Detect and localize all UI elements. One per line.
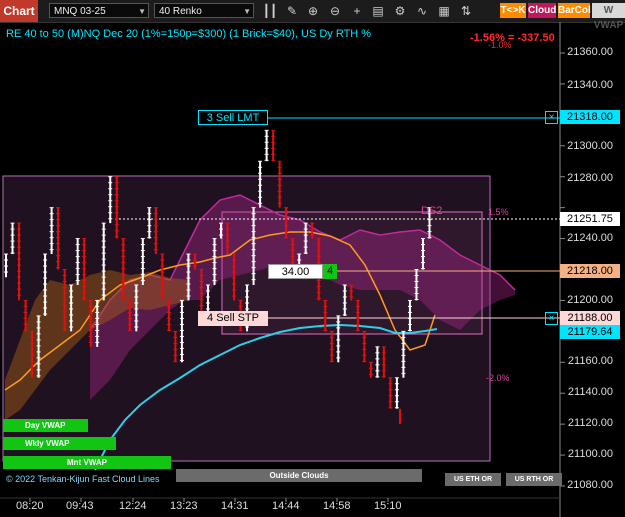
indicators-icon[interactable]: ∿ — [414, 3, 430, 19]
y-tick-label: 21240.00 — [567, 232, 613, 244]
symbol-value: MNQ 03-25 — [54, 6, 106, 17]
price-tag-position: 21218.00 — [560, 264, 620, 278]
bar-type-select[interactable]: 40 Renko ▼ — [154, 3, 254, 18]
x-tick-label: 14:31 — [221, 500, 249, 512]
chevron-down-icon: ▼ — [138, 7, 146, 16]
chart-title: RE 40 to 50 (M)NQ Dec 20 (1%=150p=$300) … — [6, 28, 372, 40]
sell-stop-label: Sell STP — [216, 312, 259, 324]
x-tick-label: 09:43 — [66, 500, 94, 512]
sell-limit-order[interactable]: 3 Sell LMT — [198, 110, 268, 125]
draw-icon[interactable]: ✎ — [284, 3, 300, 19]
y-tick-label: 21140.00 — [567, 386, 613, 398]
ds-label: DS2 — [421, 205, 443, 217]
pct-top-label: 1.5% — [488, 207, 509, 217]
properties-icon[interactable]: ▤ — [370, 3, 386, 19]
position-avg-price[interactable]: 34.00 — [268, 264, 323, 279]
x-tick-label: 12:24 — [119, 500, 147, 512]
sell-limit-qty: 3 — [206, 112, 213, 124]
x-tick-label: 08:20 — [16, 500, 44, 512]
price-tag-vwap: 21179.64 — [560, 325, 620, 339]
y-tick-label: 21120.00 — [567, 417, 613, 429]
x-tick-label: 15:10 — [374, 500, 402, 512]
pnl-pct-marker: -1.0% — [488, 40, 512, 50]
pnl-readout: -1.56% = -337.50 — [470, 32, 555, 44]
wkly-vwap-button[interactable]: Wkly VWAP — [3, 437, 116, 450]
barcol-toggle-button[interactable]: BarCol — [558, 3, 591, 18]
chevron-down-icon: ▼ — [243, 7, 251, 16]
y-tick-label: 21200.00 — [567, 294, 613, 306]
x-tick-label: 14:58 — [323, 500, 351, 512]
pct-bottom-label: -2.0% — [486, 373, 510, 383]
y-tick-label: 21080.00 — [567, 479, 613, 491]
y-tick-label: 21160.00 — [567, 355, 613, 367]
symbol-select[interactable]: MNQ 03-25 ▼ — [49, 3, 149, 18]
y-tick-label: 21340.00 — [567, 79, 613, 91]
templates-icon[interactable]: ▦ — [436, 3, 452, 19]
sell-stop-order[interactable]: 4 Sell STP — [198, 311, 268, 326]
us-eth-or-button[interactable]: US ETH OR — [445, 473, 501, 486]
us-rth-or-button[interactable]: US RTH OR — [506, 473, 562, 486]
position-qty[interactable]: 4 — [323, 264, 337, 279]
y-tick-label: 21100.00 — [567, 448, 613, 460]
tk-toggle-button[interactable]: T<>K — [500, 3, 526, 18]
price-tag-last: 21251.75 — [560, 212, 620, 226]
y-tick-label: 21360.00 — [567, 46, 613, 58]
bars-icon[interactable]: ┃┃ — [262, 3, 278, 19]
y-tick-label: 21280.00 — [567, 172, 613, 184]
strategy-icon[interactable]: ⚙ — [392, 3, 408, 19]
price-tag-sell-limit: 21318.00 — [560, 110, 620, 124]
x-tick-label: 14:44 — [272, 500, 300, 512]
mnt-vwap-button[interactable]: Mnt VWAP — [3, 456, 171, 469]
wvwap-toggle-button[interactable]: W VWAP — [592, 3, 625, 31]
zoom-out-icon[interactable]: ⊖ — [327, 3, 343, 19]
sell-stop-close-icon[interactable]: × — [545, 312, 558, 325]
sell-stop-qty: 4 — [207, 312, 214, 324]
zoom-in-icon[interactable]: ⊕ — [305, 3, 321, 19]
cloud-toggle-button[interactable]: Cloud — [528, 3, 556, 18]
footer-note: © 2022 Tenkan-Kijun Fast Cloud Lines — [6, 474, 160, 484]
y-tick-label: 21300.00 — [567, 140, 613, 152]
sell-limit-label: Sell LMT — [215, 112, 260, 124]
sell-limit-close-icon[interactable]: × — [545, 111, 558, 124]
price-tag-sell-stop: 21188.00 — [560, 311, 620, 325]
outside-clouds-button[interactable]: Outside Clouds — [176, 469, 422, 482]
day-vwap-button[interactable]: Day VWAP — [3, 419, 88, 432]
trade-icon[interactable]: ⇅ — [458, 3, 474, 19]
chart-menu-button[interactable]: Chart — [0, 0, 38, 22]
crosshair-icon[interactable]: + — [349, 3, 365, 19]
bar-type-value: 40 Renko — [159, 6, 202, 17]
toolbar: Chart MNQ 03-25 ▼ 40 Renko ▼ ┃┃ ✎ ⊕ ⊖ + ▤ … — [0, 0, 625, 31]
x-tick-label: 13:23 — [170, 500, 198, 512]
